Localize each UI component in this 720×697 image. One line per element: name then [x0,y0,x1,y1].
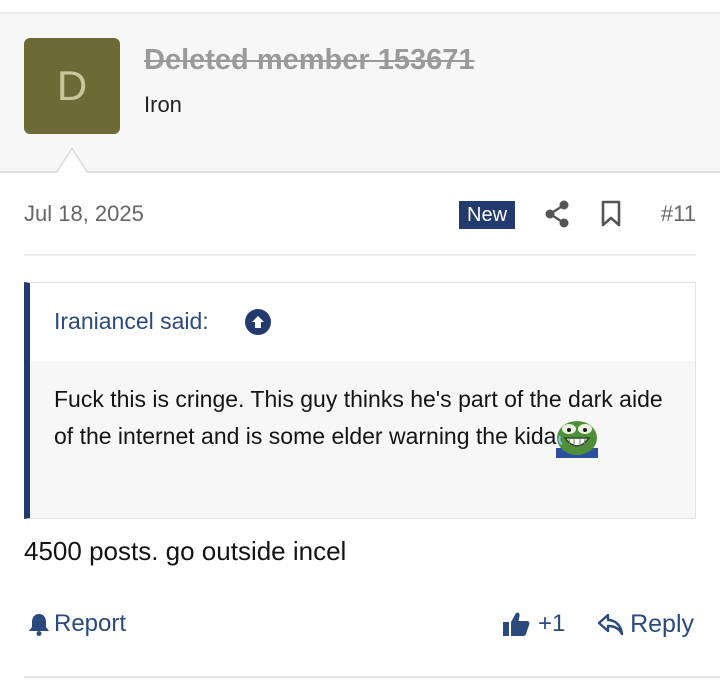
user-header: D Deleted member 153671 Iron [0,12,720,173]
user-title: Iron [144,92,182,117]
new-badge: New [459,201,516,229]
like-button[interactable]: +1 [502,610,565,638]
share-icon[interactable] [544,200,570,228]
reply-button[interactable]: Reply [598,610,694,639]
post-date[interactable]: Jul 18, 2025 [24,201,144,227]
post-message: 4500 posts. go outside incel [24,536,347,566]
post-actions: Report +1 Reply [24,610,696,644]
post-number[interactable]: #11 [661,201,696,227]
report-button[interactable]: Report [28,610,126,638]
thumbs-up-icon [503,612,530,636]
bookmark-icon[interactable] [600,200,622,228]
reply-icon [598,613,624,635]
quote-header: Iraniancel said: [30,283,695,361]
reply-label: Reply [630,610,694,638]
pepe-laughing-emoji-icon [556,421,599,458]
avatar[interactable]: D [24,38,120,134]
post-meta-bar: Jul 18, 2025 New #11 [24,196,696,256]
arrow-up-circle-icon[interactable] [245,309,271,335]
report-label: Report [54,610,127,637]
quote-body: Fuck this is cringe. This guy thinks he'… [54,381,664,458]
avatar-letter: D [56,62,88,109]
divider [24,676,720,678]
header-pointer-arrow [55,147,89,173]
username[interactable]: Deleted member 153671 [144,44,474,77]
post: D Deleted member 153671 Iron Jul 18, 202… [0,0,720,697]
quote-block: Iraniancel said: Fuck this is cringe. Th… [24,282,696,519]
quote-author[interactable]: Iraniancel said: [54,308,209,335]
like-count: +1 [538,610,566,637]
bell-icon [29,614,49,636]
